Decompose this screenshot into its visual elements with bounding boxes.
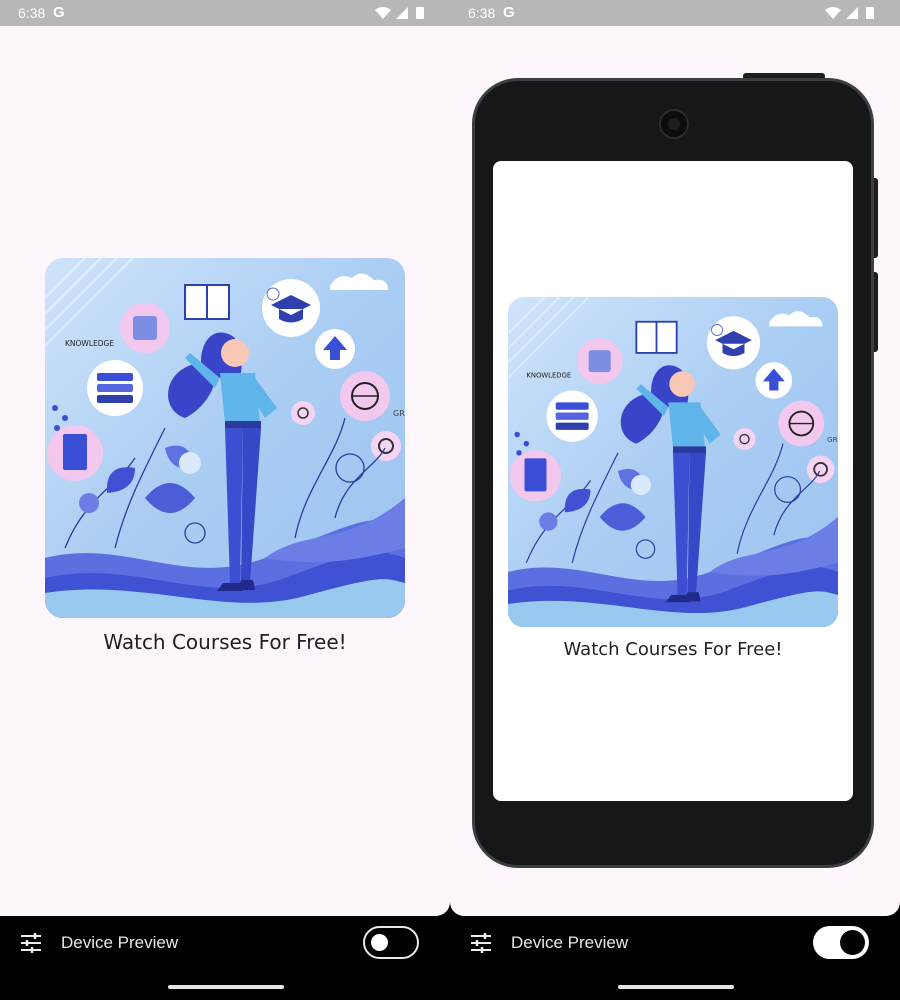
course-illustration: KNOWLEDGE GR — [45, 258, 405, 618]
status-icons — [374, 5, 428, 24]
caption-text: Watch Courses For Free! — [563, 639, 783, 660]
caption-text: Watch Courses For Free! — [103, 630, 347, 654]
toggle-knob — [371, 934, 388, 951]
battery-icon — [866, 7, 874, 19]
gr-label: GR — [827, 435, 838, 444]
knowledge-label: KNOWLEDGE — [526, 372, 571, 380]
wifi-icon — [825, 7, 841, 19]
signal-icon — [396, 7, 408, 19]
tune-icon[interactable] — [470, 932, 492, 954]
gr-label: GR — [393, 409, 405, 418]
device-preview-label: Device Preview — [61, 933, 179, 952]
status-bar: 6:38 G — [0, 0, 450, 26]
battery-icon — [416, 7, 424, 19]
app-surface: KNOWLEDGE GR Watch Courses For Free! — [450, 26, 900, 916]
tune-icon[interactable] — [20, 932, 42, 954]
device-preview-toggle[interactable] — [363, 926, 419, 959]
status-time: 6:38 — [18, 5, 46, 21]
device-screen: KNOWLEDGE GR Watch Courses For Free! — [493, 161, 853, 801]
status-icons — [824, 5, 878, 24]
home-indicator[interactable] — [168, 985, 284, 989]
device-preview-toggle[interactable] — [813, 926, 869, 959]
device-preview-label: Device Preview — [511, 933, 629, 952]
left-pane: 6:38 G KNOWLEDGE GR Watch Courses For Fr… — [0, 0, 450, 1000]
home-indicator[interactable] — [618, 985, 734, 989]
device-preview-toolbar: Device Preview — [450, 916, 900, 974]
wifi-icon — [375, 7, 391, 19]
camera-icon — [659, 109, 689, 139]
nav-bar — [450, 974, 900, 1000]
google-icon: G — [503, 4, 515, 21]
device-preview-toolbar: Device Preview — [0, 916, 450, 974]
status-time: 6:38 — [468, 5, 496, 21]
device-frame: KNOWLEDGE GR Watch Courses For Free! — [472, 78, 874, 868]
right-pane: 6:38 G KNOWLEDGE GR Watch Courses For Fr… — [450, 0, 900, 1000]
google-icon: G — [53, 4, 65, 21]
knowledge-label: KNOWLEDGE — [65, 339, 114, 348]
status-bar: 6:38 G — [450, 0, 900, 26]
signal-icon — [846, 7, 858, 19]
toggle-knob — [840, 930, 865, 955]
nav-bar — [0, 974, 450, 1000]
app-surface: KNOWLEDGE GR Watch Courses For Free! — [0, 26, 450, 916]
course-illustration: KNOWLEDGE GR — [508, 297, 838, 627]
